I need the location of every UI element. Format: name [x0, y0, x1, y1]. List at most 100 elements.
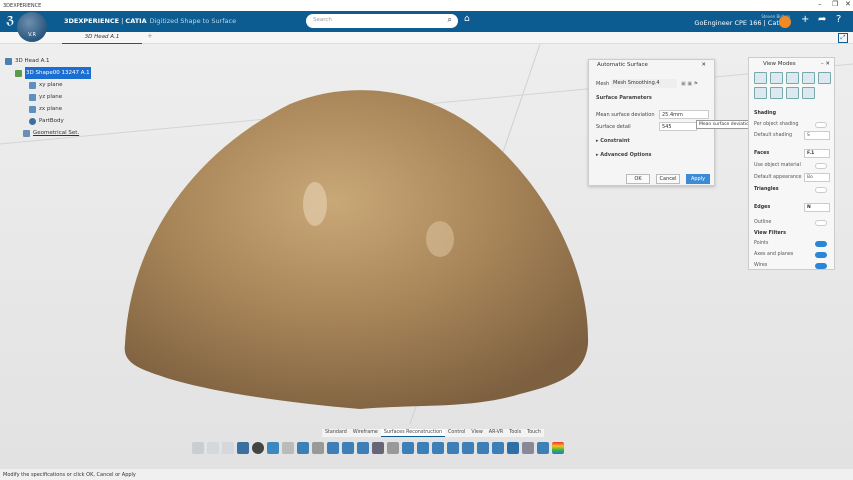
avatar[interactable] [779, 16, 791, 28]
head-scan-mesh[interactable] [124, 90, 589, 409]
add-tab-button[interactable]: + [147, 32, 153, 40]
minimize-button[interactable]: – [818, 0, 822, 8]
surface-icon[interactable] [327, 442, 339, 454]
edges-row[interactable]: Edges N [754, 203, 832, 212]
plane-icon [29, 105, 36, 113]
tab-standard[interactable]: Standard [322, 429, 350, 437]
tree-item-partbody[interactable]: PartBody [29, 115, 105, 127]
compass-icon[interactable]: V.R [17, 12, 47, 42]
tool-7-icon[interactable] [492, 442, 504, 454]
tree-item-yz-plane[interactable]: yz plane [29, 91, 105, 103]
tool-1-icon[interactable] [402, 442, 414, 454]
tool-3-icon[interactable] [432, 442, 444, 454]
apply-button[interactable]: Apply [686, 174, 710, 184]
tab-view[interactable]: View [468, 429, 485, 437]
mean-deviation-input[interactable]: 25.4mm [659, 110, 709, 119]
tree-item-xy-plane[interactable]: xy plane [29, 79, 105, 91]
tree-item-zx-plane[interactable]: zx plane [29, 103, 105, 115]
ds-logo-icon[interactable]: ℨ [6, 14, 14, 27]
axes-planes-row[interactable]: Axes and planes [754, 252, 832, 258]
tool-2-icon[interactable] [417, 442, 429, 454]
surface-detail-input[interactable]: 545 [659, 122, 697, 131]
points-row[interactable]: Points [754, 241, 832, 247]
per-object-toggle[interactable] [815, 122, 827, 128]
pattern-icon[interactable] [507, 442, 519, 454]
view-mode-buttons[interactable] [749, 70, 834, 101]
default-shading[interactable]: Default shading S [754, 131, 832, 140]
sphere-icon[interactable] [372, 442, 384, 454]
plane-icon [29, 93, 36, 101]
window-title: 3DEXPERIENCE [3, 2, 42, 9]
add-icon[interactable]: + [801, 14, 809, 25]
panel-close-button[interactable]: – ✕ [821, 61, 830, 67]
app-title: 3DEXPERIENCE | CATIA Digitized Shape to S… [64, 17, 237, 25]
action-bar-tabs: Standard Wireframe Surfaces Reconstructi… [322, 429, 544, 437]
analysis-icon[interactable] [387, 442, 399, 454]
window-titlebar: 3DEXPERIENCE – ❐ ✕ [0, 0, 853, 11]
cancel-button[interactable]: Cancel [656, 174, 680, 184]
top-bar: ℨ 3DEXPERIENCE | CATIA Digitized Shape to… [0, 11, 853, 32]
body-icon [29, 117, 36, 125]
ok-button[interactable]: OK [626, 174, 650, 184]
search-icon[interactable]: ⌕ [448, 15, 452, 25]
outline-row[interactable]: Outline [754, 220, 832, 226]
undo-icon[interactable] [237, 442, 249, 454]
close-button[interactable]: ✕ [845, 0, 851, 8]
zoom-icon[interactable] [252, 442, 264, 454]
tab-touch[interactable]: Touch [524, 429, 544, 437]
settings-icon[interactable] [537, 442, 549, 454]
view-modes-panel: View Modes – ✕ Shading Per object shading… [748, 57, 835, 270]
tab-control[interactable]: Control [445, 429, 468, 437]
help-icon[interactable]: ? [836, 14, 841, 25]
copy-icon[interactable] [207, 442, 219, 454]
tool-5-icon[interactable] [462, 442, 474, 454]
dialog-close-button[interactable]: ✕ [701, 62, 706, 70]
share-icon[interactable]: ➦ [818, 14, 826, 25]
shape-icon [15, 69, 22, 77]
tool-6-icon[interactable] [477, 442, 489, 454]
user-info[interactable]: Steven Bishop GoEngineer CPE 166 | Catia … [680, 14, 790, 27]
default-appearance[interactable]: Default appearance Bo [754, 173, 832, 182]
deviation-analysis-icon[interactable] [552, 442, 564, 454]
mesh-filter-icon[interactable] [312, 442, 324, 454]
dialog-title: Automatic Surface [597, 62, 648, 68]
tool-4-icon[interactable] [447, 442, 459, 454]
maximize-icon[interactable]: ⤢ [838, 33, 848, 43]
per-object-shading[interactable]: Per object shading [754, 122, 832, 128]
tree-icon[interactable] [522, 442, 534, 454]
faces-row[interactable]: Faces F.1 [754, 149, 832, 158]
wires-row[interactable]: Wires [754, 263, 832, 269]
mesh-tool-icons[interactable]: ▣ ▣ ⚑ [681, 81, 698, 87]
tree-shape[interactable]: 3D Shape00 13247 A.1 [15, 67, 91, 79]
tab-ar-vr[interactable]: AR-VR [486, 429, 506, 437]
tag-icon[interactable]: ⌂ [464, 14, 470, 24]
restore-button[interactable]: ❐ [832, 0, 838, 8]
tab-wireframe[interactable]: Wireframe [350, 429, 381, 437]
mean-deviation-label: Mean surface deviation [596, 112, 655, 118]
tab-tools[interactable]: Tools [506, 429, 524, 437]
view-modes-title: View Modes [763, 61, 796, 67]
tab-3d-head[interactable]: 3D Head A.1 [62, 32, 142, 44]
advanced-options-section[interactable]: ▸ Advanced Options [596, 152, 652, 158]
use-object-material[interactable]: Use object material [754, 163, 832, 169]
constraint-section[interactable]: ▸ Constraint [596, 138, 630, 144]
triangles-row[interactable]: Triangles [754, 187, 832, 193]
status-bar: Modify the specifications or click OK, C… [0, 469, 853, 480]
tree-root[interactable]: 3D Head A.1 [5, 55, 81, 67]
cut-icon[interactable] [192, 442, 204, 454]
surface-detail-label: Surface detail [596, 124, 631, 130]
search-input[interactable]: Search ⌕ [306, 14, 458, 28]
mesh-field[interactable]: Mesh Smoothing.4 [611, 79, 677, 88]
tree-item-geometrical-set[interactable]: Geometrical Set. [23, 127, 99, 139]
specification-tree: 3D Head A.1 3D Shape00 13247 A.1 xy plan… [5, 55, 91, 139]
light-icon[interactable] [282, 442, 294, 454]
paste-icon[interactable] [222, 442, 234, 454]
section-surface-params: Surface Parameters [596, 95, 652, 101]
mesh-display-icon[interactable] [297, 442, 309, 454]
update-icon[interactable] [267, 442, 279, 454]
automatic-surface-icon[interactable] [357, 442, 369, 454]
tab-surfaces-reconstruction[interactable]: Surfaces Reconstruction [380, 429, 446, 437]
model-view [0, 43, 853, 425]
curve-icon[interactable] [342, 442, 354, 454]
3d-viewport[interactable] [0, 43, 853, 469]
